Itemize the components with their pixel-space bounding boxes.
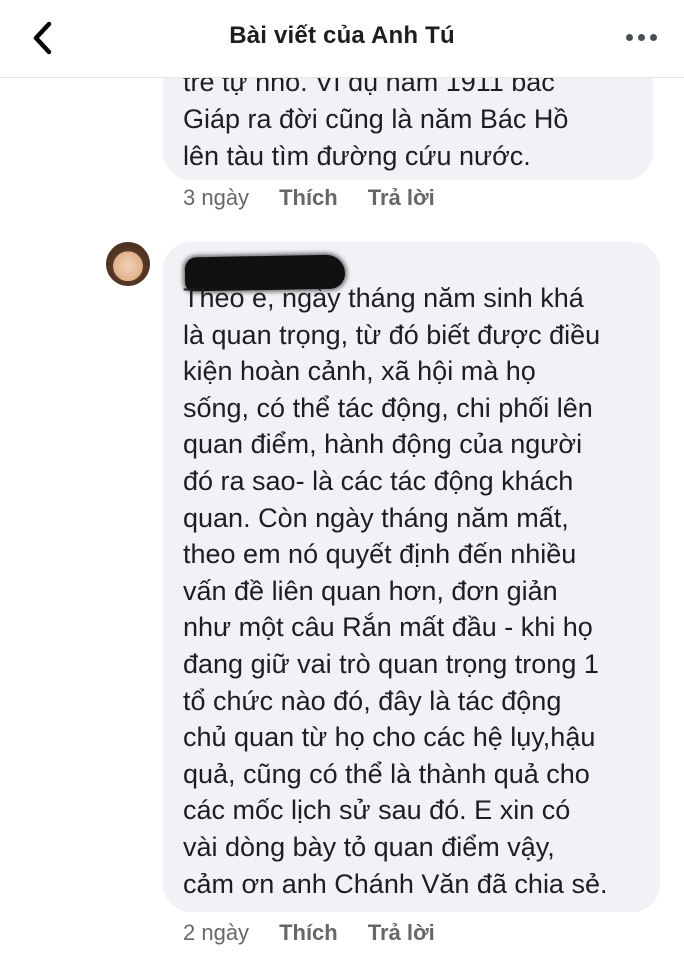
comment-thread: trẻ tự nhỏ. Ví dụ năm 1911 bác Giáp ra đ… xyxy=(0,0,684,960)
more-horizontal-icon xyxy=(649,33,657,41)
comment-line: quan. Còn ngày tháng năm mất, xyxy=(183,502,569,533)
comment-actions: 3 ngày Thích Trả lời xyxy=(183,185,435,211)
comment-line: cảm ơn anh Chánh Văn đã chia sẻ. xyxy=(183,868,608,899)
comment-line: theo em nó quyết định đến nhiều xyxy=(183,539,577,570)
comment-line: kiện hoàn cảnh, xã hội mà họ xyxy=(183,356,536,387)
comment-actions: 2 ngày Thích Trả lời xyxy=(183,920,435,946)
comment-line: Giáp ra đời cũng là năm Bác Hồ xyxy=(183,104,569,134)
page-title: Bài viết của Anh Tú xyxy=(229,22,455,49)
more-horizontal-icon xyxy=(637,33,645,41)
comment-timestamp: 3 ngày xyxy=(183,185,250,210)
reply-button[interactable]: Trả lời xyxy=(368,185,435,211)
comment-bubble: Theo e, ngày tháng năm sinh khá là quan … xyxy=(163,242,660,912)
avatar[interactable] xyxy=(106,242,150,286)
comment-text: trẻ tự nhỏ. Ví dụ năm 1911 bác Giáp ra đ… xyxy=(183,64,643,175)
comment-line: là quan trọng, từ đó biết được điều xyxy=(183,319,601,350)
comment-line: quan điểm, hành động của người xyxy=(183,429,583,460)
top-navigation-bar: Bài viết của Anh Tú xyxy=(0,0,684,78)
comment-line: tổ chức nào đó, đây là tác động xyxy=(183,685,562,716)
comment-line: sống, có thể tác động, chi phối lên xyxy=(183,392,593,423)
comment-line: chủ quan từ họ cho các hệ lụy,hậu xyxy=(183,722,596,753)
comment-timestamp: 2 ngày xyxy=(183,920,250,945)
comment-line: đó ra sao- là các tác động khách xyxy=(183,465,574,496)
more-options-button[interactable] xyxy=(620,22,662,52)
like-button[interactable]: Thích xyxy=(279,920,338,946)
comment-line: vài dòng bày tỏ quan điểm vậy, xyxy=(183,831,555,862)
comment-line: như một câu Rắn mất đầu - khi họ xyxy=(183,612,593,643)
comment-line: quả, cũng có thể là thành quả cho xyxy=(183,758,590,789)
comment-text: Theo e, ngày tháng năm sinh khá là quan … xyxy=(183,280,653,902)
comment-line: lên tàu tìm đường cứu nước. xyxy=(183,141,531,171)
more-horizontal-icon xyxy=(625,33,633,41)
comment-line: các mốc lịch sử sau đó. E xin có xyxy=(183,795,571,826)
comment-line: vấn đề liên quan hơn, đơn giản xyxy=(183,575,558,606)
comment-line: đang giữ vai trò quan trọng trong 1 xyxy=(183,648,599,679)
reply-button[interactable]: Trả lời xyxy=(368,920,435,946)
like-button[interactable]: Thích xyxy=(279,185,338,211)
comment-line: Theo e, ngày tháng năm sinh khá xyxy=(183,283,584,313)
